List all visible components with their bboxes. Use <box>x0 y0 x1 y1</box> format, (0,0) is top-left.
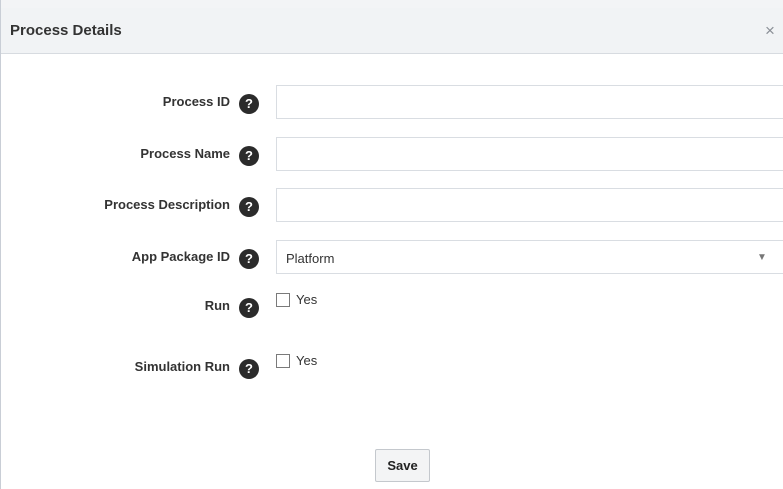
dialog-top-strip <box>1 0 783 8</box>
run-label: Run <box>204 298 230 313</box>
process-description-label: Process Description <box>104 197 230 212</box>
app-package-id-selected-value: Platform <box>286 251 335 266</box>
simulation-run-row: Simulation Run ? Yes <box>1 350 783 384</box>
run-checkbox[interactable] <box>276 293 290 307</box>
process-name-label: Process Name <box>140 146 230 161</box>
help-icon[interactable]: ? <box>239 298 259 318</box>
dialog-header: Process Details × <box>1 8 783 54</box>
run-row: Run ? Yes <box>1 289 783 323</box>
help-icon[interactable]: ? <box>239 359 259 379</box>
process-description-row: Process Description ? <box>1 188 783 222</box>
process-description-input[interactable] <box>276 188 783 222</box>
dialog-title: Process Details <box>10 22 122 39</box>
process-id-row: Process ID ? <box>1 85 783 119</box>
simulation-run-checkbox[interactable] <box>276 354 290 368</box>
chevron-down-icon: ▼ <box>757 252 767 263</box>
app-package-id-label: App Package ID <box>131 249 230 264</box>
simulation-run-label: Simulation Run <box>134 359 230 374</box>
help-icon[interactable]: ? <box>239 94 259 114</box>
process-name-row: Process Name ? <box>1 137 783 171</box>
run-yes-label[interactable]: Yes <box>296 292 317 307</box>
close-icon[interactable]: × <box>765 22 775 40</box>
app-package-id-select[interactable]: Platform ▼ <box>276 240 783 274</box>
save-button[interactable]: Save <box>375 449 430 482</box>
process-name-input[interactable] <box>276 137 783 171</box>
process-id-input[interactable] <box>276 85 783 119</box>
simulation-run-yes-label[interactable]: Yes <box>296 353 317 368</box>
app-package-id-row: App Package ID ? Platform ▼ <box>1 240 783 274</box>
process-details-dialog: Process Details × Process ID ? Process N… <box>0 0 783 489</box>
help-icon[interactable]: ? <box>239 197 259 217</box>
help-icon[interactable]: ? <box>239 249 259 269</box>
help-icon[interactable]: ? <box>239 146 259 166</box>
process-id-label: Process ID <box>162 94 230 109</box>
